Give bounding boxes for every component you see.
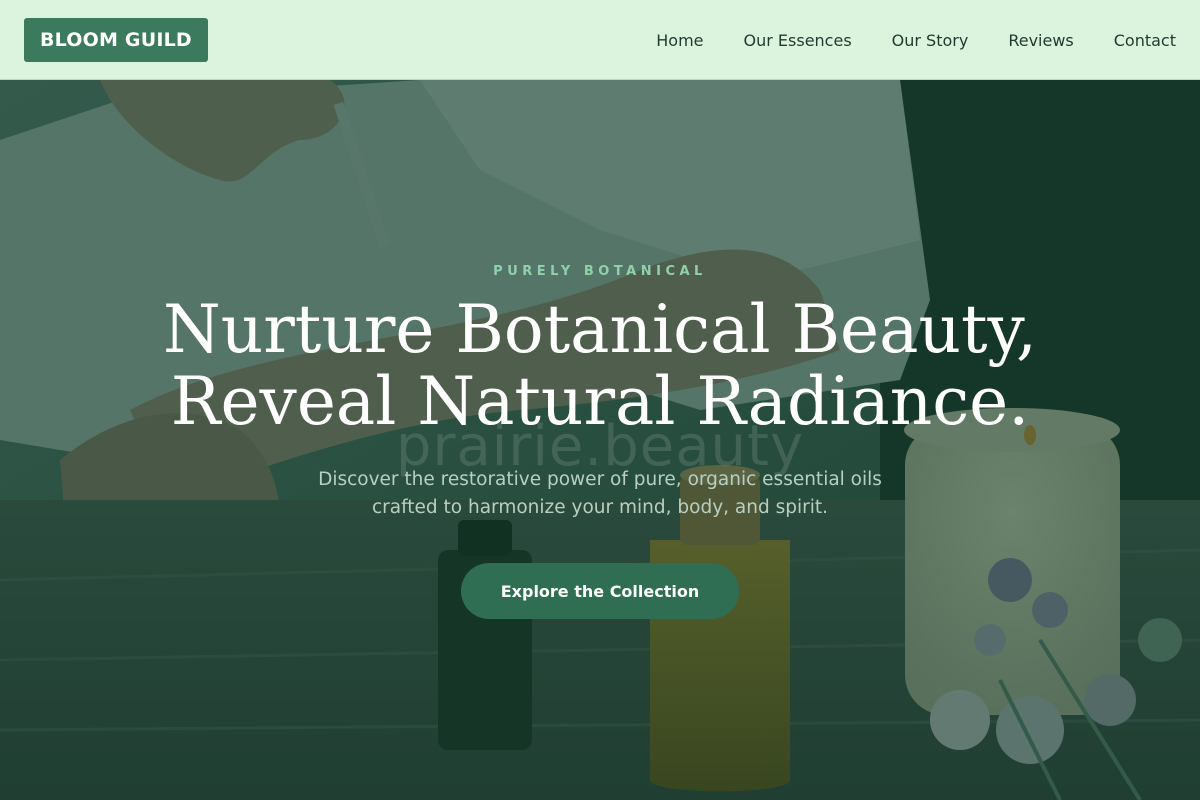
hero-headline-line-2: Reveal Natural Radiance.: [170, 363, 1030, 440]
explore-collection-button[interactable]: Explore the Collection: [461, 563, 739, 619]
hero-headline-line-1: Nurture Botanical Beauty,: [163, 291, 1037, 368]
top-navbar: BLOOM GUILD Home Our Essences Our Story …: [0, 0, 1200, 80]
hero-eyebrow: PURELY BOTANICAL: [493, 264, 707, 279]
nav-link-home[interactable]: Home: [656, 31, 703, 50]
hero-subtext-line-2: crafted to harmonize your mind, body, an…: [371, 497, 828, 518]
hero-content: PURELY BOTANICAL prairie.beauty Nurture …: [0, 80, 1200, 800]
main-nav: Home Our Essences Our Story Reviews Cont…: [656, 0, 1176, 80]
hero-subtext-line-1: Discover the restorative power of pure, …: [318, 469, 882, 490]
hero-headline: Nurture Botanical Beauty, Reveal Natural…: [100, 294, 1100, 438]
nav-link-contact[interactable]: Contact: [1114, 31, 1176, 50]
brand-logo[interactable]: BLOOM GUILD: [24, 18, 208, 62]
nav-link-our-story[interactable]: Our Story: [892, 31, 969, 50]
nav-link-reviews[interactable]: Reviews: [1008, 31, 1073, 50]
page: BLOOM GUILD Home Our Essences Our Story …: [0, 0, 1200, 800]
hero-section: PURELY BOTANICAL prairie.beauty Nurture …: [0, 80, 1200, 800]
nav-link-our-essences[interactable]: Our Essences: [744, 31, 852, 50]
hero-subtext: Discover the restorative power of pure, …: [250, 466, 950, 522]
